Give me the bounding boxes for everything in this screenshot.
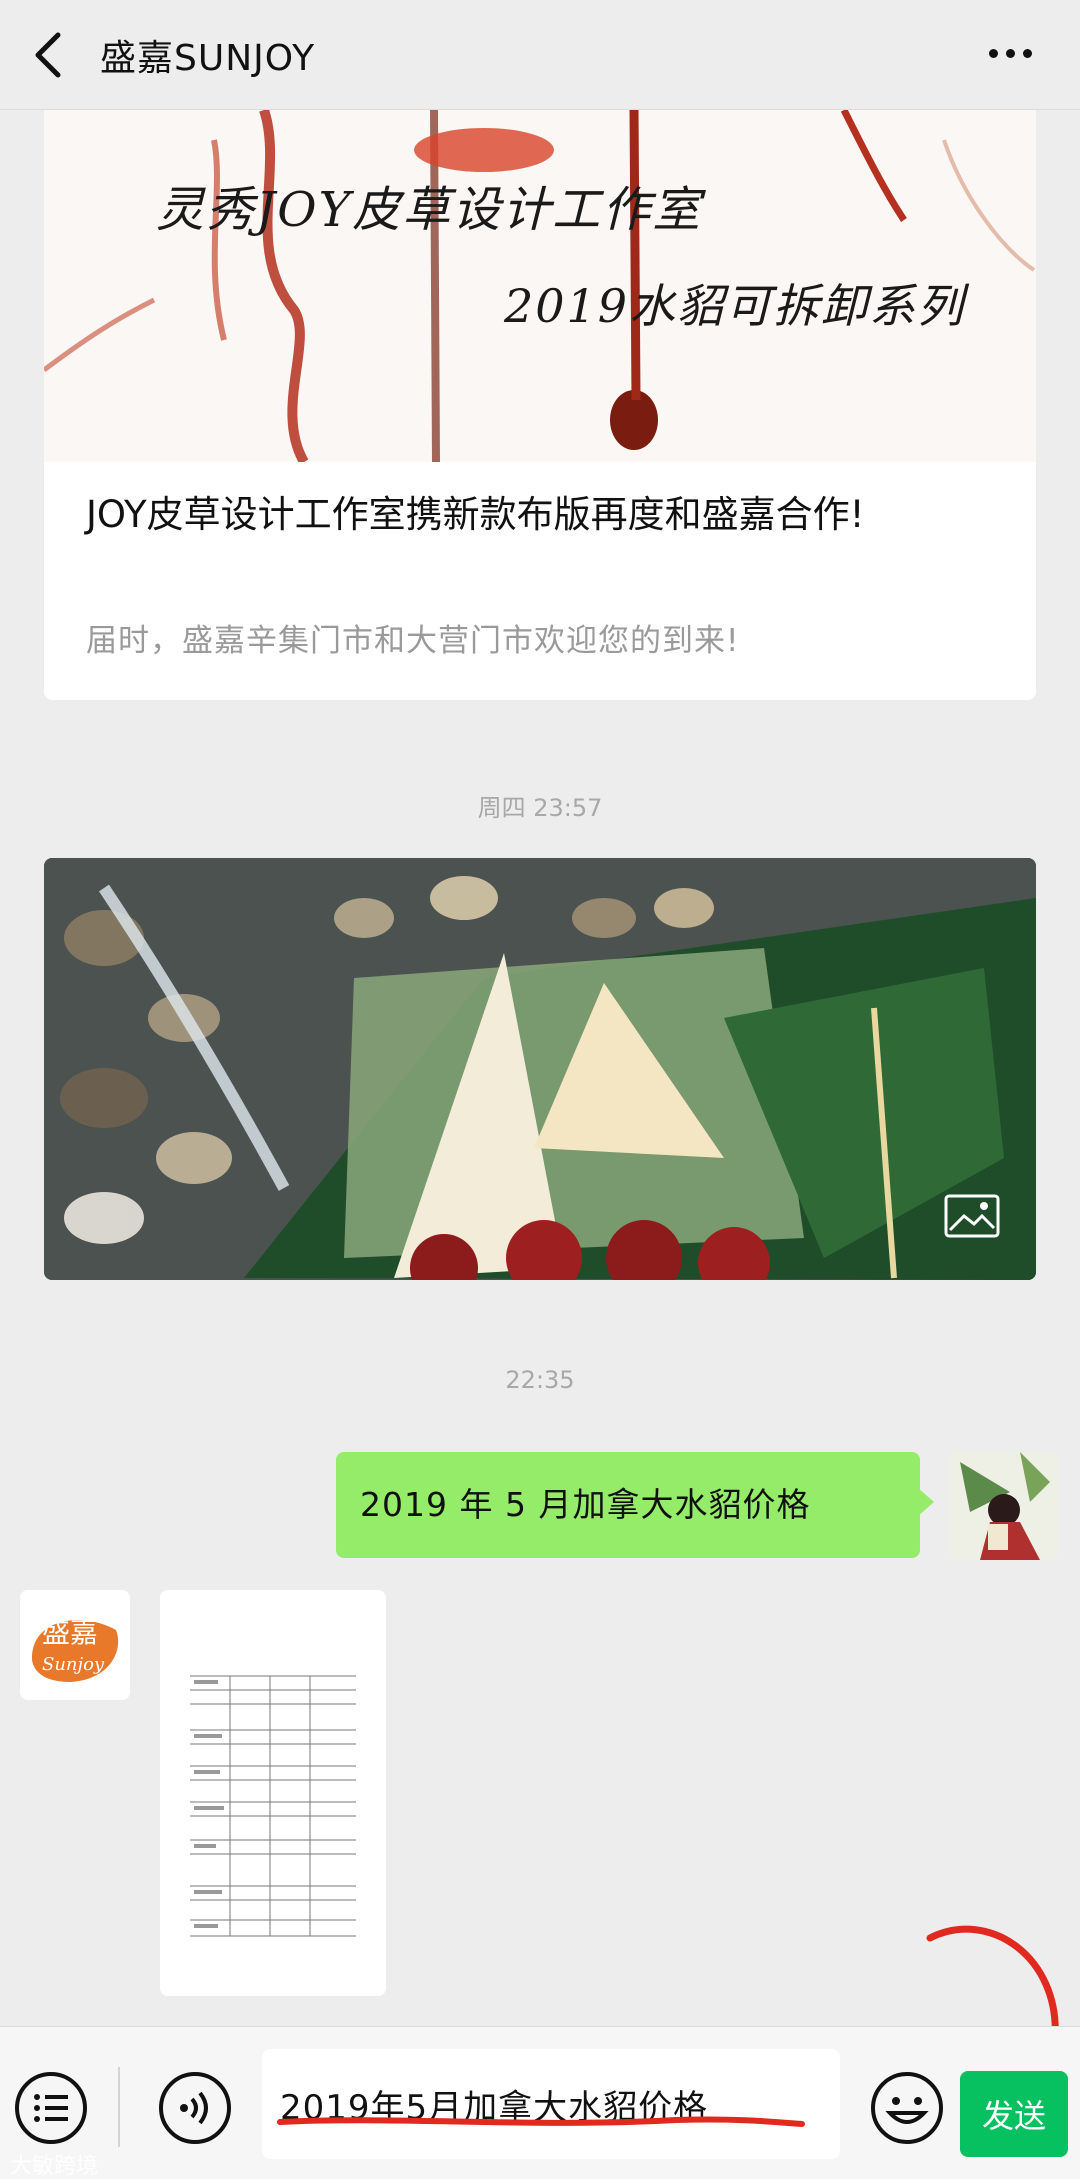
article-card[interactable]: 灵秀JOY皮草设计工作室 2019水貂可拆卸系列 JOY皮草设计工作室携新款布版… <box>44 110 1036 700</box>
zongzi-photo <box>44 858 1036 1280</box>
article-description: 届时，盛嘉辛集门市和大营门市欢迎您的到来! <box>86 623 740 659</box>
red-underline-annotation <box>277 2116 805 2127</box>
chat-input-bar: 2019年5月加拿大水貂价格 发送 <box>0 2026 1080 2179</box>
article-title: JOY皮草设计工作室携新款布版再度和盛嘉合作! <box>86 493 865 536</box>
contact-avatar[interactable]: 盛嘉 Sunjoy <box>20 1590 130 1700</box>
watermark-text: 大敏跨境 <box>10 2154 99 2179</box>
back-button[interactable] <box>0 0 100 110</box>
menu-list-icon[interactable] <box>12 2069 90 2147</box>
document-thumbnail <box>160 1590 386 1996</box>
chat-title: 盛嘉SUNJOY <box>100 37 316 79</box>
svg-text:盛嘉: 盛嘉 <box>42 1616 98 1649</box>
emoji-icon[interactable] <box>868 2069 946 2147</box>
my-avatar[interactable] <box>950 1452 1058 1560</box>
svg-text:Sunjoy: Sunjoy <box>42 1654 105 1675</box>
sunjoy-logo: 盛嘉 Sunjoy <box>20 1590 130 1700</box>
cover-title-line1: 灵秀JOY皮草设计工作室 <box>156 182 703 238</box>
chevron-left-icon <box>35 32 61 77</box>
chat-header: 盛嘉SUNJOY <box>0 0 1080 110</box>
send-button[interactable]: 发送 <box>960 2071 1068 2157</box>
bar-divider <box>118 2067 120 2147</box>
message-timestamp: 周四 23:57 <box>477 794 603 822</box>
image-message[interactable] <box>44 858 1036 1280</box>
file-message-preview[interactable] <box>160 1590 386 1996</box>
voice-input-icon[interactable] <box>156 2069 234 2147</box>
more-options-button[interactable] <box>980 28 1040 78</box>
message-timestamp: 22:35 <box>505 1366 575 1394</box>
image-icon <box>944 1194 1000 1238</box>
avatar-illustration <box>950 1452 1058 1560</box>
more-dot-icon <box>1005 48 1015 58</box>
more-dot-icon <box>1022 48 1032 58</box>
sent-message-bubble[interactable]: 2019 年 5 月加拿大水貂价格 <box>336 1452 934 1558</box>
more-dot-icon <box>988 48 998 58</box>
message-input[interactable]: 2019年5月加拿大水貂价格 <box>262 2049 840 2159</box>
article-cover-image: 灵秀JOY皮草设计工作室 2019水貂可拆卸系列 <box>44 110 1036 462</box>
cover-title-line2: 2019水貂可拆卸系列 <box>504 279 966 333</box>
